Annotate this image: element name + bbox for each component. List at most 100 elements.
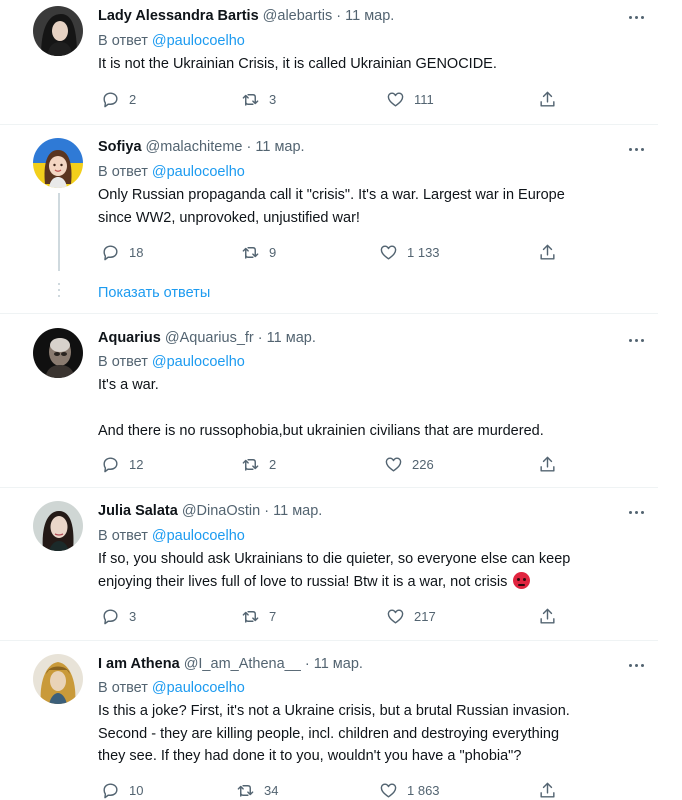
author-handle[interactable]: @malachiteme — [146, 139, 243, 155]
tweet-date[interactable]: 11 мар. — [314, 656, 363, 672]
reply-button[interactable]: 3 — [101, 606, 136, 626]
more-icon[interactable] — [626, 659, 646, 671]
like-count: 226 — [412, 456, 434, 472]
tweet-text: If so, you should ask Ukrainians to die … — [98, 551, 571, 590]
heart-icon — [380, 244, 397, 260]
reply-context: В ответ @paulocoelho — [98, 354, 245, 370]
tweet-actions: 12 2 226 — [98, 454, 568, 474]
tweet-dinaostin[interactable]: Julia Salata @DinaOstin · 11 мар. В отве… — [0, 488, 658, 640]
thread-line — [58, 193, 60, 271]
tweet-header: I am Athena @I_am_Athena__ · 11 мар. — [98, 656, 363, 672]
heart-icon — [385, 456, 402, 472]
share-button[interactable] — [538, 454, 557, 474]
tweet-date[interactable]: 11 мар. — [267, 330, 316, 346]
like-count: 1 863 — [407, 782, 440, 798]
avatar[interactable] — [33, 328, 83, 378]
tweet-header: Lady Alessandra Bartis @alebartis · 11 м… — [98, 8, 395, 24]
reply-mention-link[interactable]: @paulocoelho — [152, 164, 245, 180]
more-icon[interactable] — [626, 11, 646, 23]
reply-count: 2 — [129, 91, 137, 107]
tweet-actions: 18 9 1 133 — [98, 242, 568, 262]
like-count: 217 — [414, 608, 436, 624]
retweet-count: 3 — [269, 91, 277, 107]
retweet-button[interactable]: 2 — [241, 454, 276, 474]
author-handle[interactable]: @I_am_Athena__ — [184, 656, 301, 672]
like-button[interactable]: 1 133 — [379, 242, 440, 262]
reply-icon — [103, 782, 118, 798]
tweet-actions: 3 7 217 — [98, 606, 568, 626]
reply-context: В ответ @paulocoelho — [98, 680, 245, 696]
author-name[interactable]: Aquarius — [98, 330, 161, 346]
reply-context: В ответ @paulocoelho — [98, 33, 245, 49]
reply-count: 18 — [129, 244, 144, 260]
author-handle[interactable]: @Aquarius_fr — [165, 330, 254, 346]
author-name[interactable]: Julia Salata — [98, 503, 178, 519]
retweet-count: 2 — [269, 456, 277, 472]
tweet-date[interactable]: 11 мар. — [273, 503, 322, 519]
heart-icon — [387, 91, 404, 107]
tweet-text: It's a war. And there is no russophobia,… — [98, 377, 544, 439]
retweet-button[interactable]: 9 — [241, 242, 276, 262]
reply-count: 3 — [129, 608, 137, 624]
avatar[interactable] — [33, 138, 83, 188]
like-button[interactable]: 1 863 — [379, 780, 440, 800]
share-button[interactable] — [538, 780, 557, 800]
author-name[interactable]: Lady Alessandra Bartis — [98, 8, 259, 24]
tweet-text: Only Russian propaganda call it "crisis"… — [98, 187, 565, 226]
tweet-date[interactable]: 11 мар. — [345, 8, 394, 24]
share-button[interactable] — [538, 89, 557, 109]
tweet-text: Is this a joke? First, it's not a Ukrain… — [98, 703, 570, 764]
author-handle[interactable]: @alebartis — [263, 8, 333, 24]
reply-button[interactable]: 12 — [101, 454, 143, 474]
retweet-icon — [237, 784, 254, 797]
reply-button[interactable]: 10 — [101, 780, 143, 800]
reply-count: 12 — [129, 456, 144, 472]
reply-mention-link[interactable]: @paulocoelho — [152, 528, 245, 544]
tweet-aquarius[interactable]: Aquarius @Aquarius_fr · 11 мар. В ответ … — [0, 314, 658, 487]
more-icon[interactable] — [626, 334, 646, 346]
author-name[interactable]: Sofiya — [98, 139, 142, 155]
reply-mention-link[interactable]: @paulocoelho — [152, 354, 245, 370]
share-icon — [540, 782, 555, 798]
tweet-actions: 2 3 111 — [98, 89, 568, 109]
reply-icon — [103, 456, 118, 472]
retweet-count: 34 — [264, 782, 279, 798]
tweet-i-am-athena[interactable]: I am Athena @I_am_Athena__ · 11 мар. В о… — [0, 641, 658, 799]
heart-icon — [387, 608, 404, 624]
retweet-icon — [242, 93, 259, 106]
like-button[interactable]: 111 — [386, 89, 434, 109]
like-button[interactable]: 217 — [386, 606, 436, 626]
reply-mention-link[interactable]: @paulocoelho — [152, 33, 245, 49]
tweet-alebartis[interactable]: Lady Alessandra Bartis @alebartis · 11 м… — [0, 0, 658, 124]
reply-mention-link[interactable]: @paulocoelho — [152, 680, 245, 696]
more-icon[interactable] — [626, 506, 646, 518]
reply-count: 10 — [129, 782, 144, 798]
share-icon — [540, 91, 555, 107]
retweet-button[interactable]: 34 — [236, 780, 278, 800]
angry-face-emoji — [513, 571, 531, 589]
tweet-date[interactable]: 11 мар. — [255, 139, 304, 155]
reply-context: В ответ @paulocoelho — [98, 528, 245, 544]
retweet-button[interactable]: 7 — [241, 606, 276, 626]
avatar[interactable] — [33, 501, 83, 551]
tweet-malachiteme[interactable]: Sofiya @malachiteme · 11 мар. В ответ @p… — [0, 125, 658, 313]
retweet-icon — [242, 458, 259, 471]
author-name[interactable]: I am Athena — [98, 656, 180, 672]
thread-dots — [58, 283, 60, 301]
share-button[interactable] — [538, 242, 557, 262]
author-handle[interactable]: @DinaOstin — [182, 503, 260, 519]
retweet-button[interactable]: 3 — [241, 89, 276, 109]
heart-icon — [380, 782, 397, 798]
show-replies-link[interactable]: Показать ответы — [98, 283, 210, 303]
reply-button[interactable]: 18 — [101, 242, 143, 262]
share-button[interactable] — [538, 606, 557, 626]
tweet-header: Sofiya @malachiteme · 11 мар. — [98, 139, 305, 155]
like-button[interactable]: 226 — [384, 454, 434, 474]
like-count: 111 — [414, 91, 434, 107]
avatar[interactable] — [33, 654, 83, 704]
more-icon[interactable] — [626, 143, 646, 155]
avatar[interactable] — [33, 6, 83, 56]
reply-button[interactable]: 2 — [101, 89, 136, 109]
like-count: 1 133 — [407, 244, 440, 260]
retweet-count: 7 — [269, 608, 277, 624]
